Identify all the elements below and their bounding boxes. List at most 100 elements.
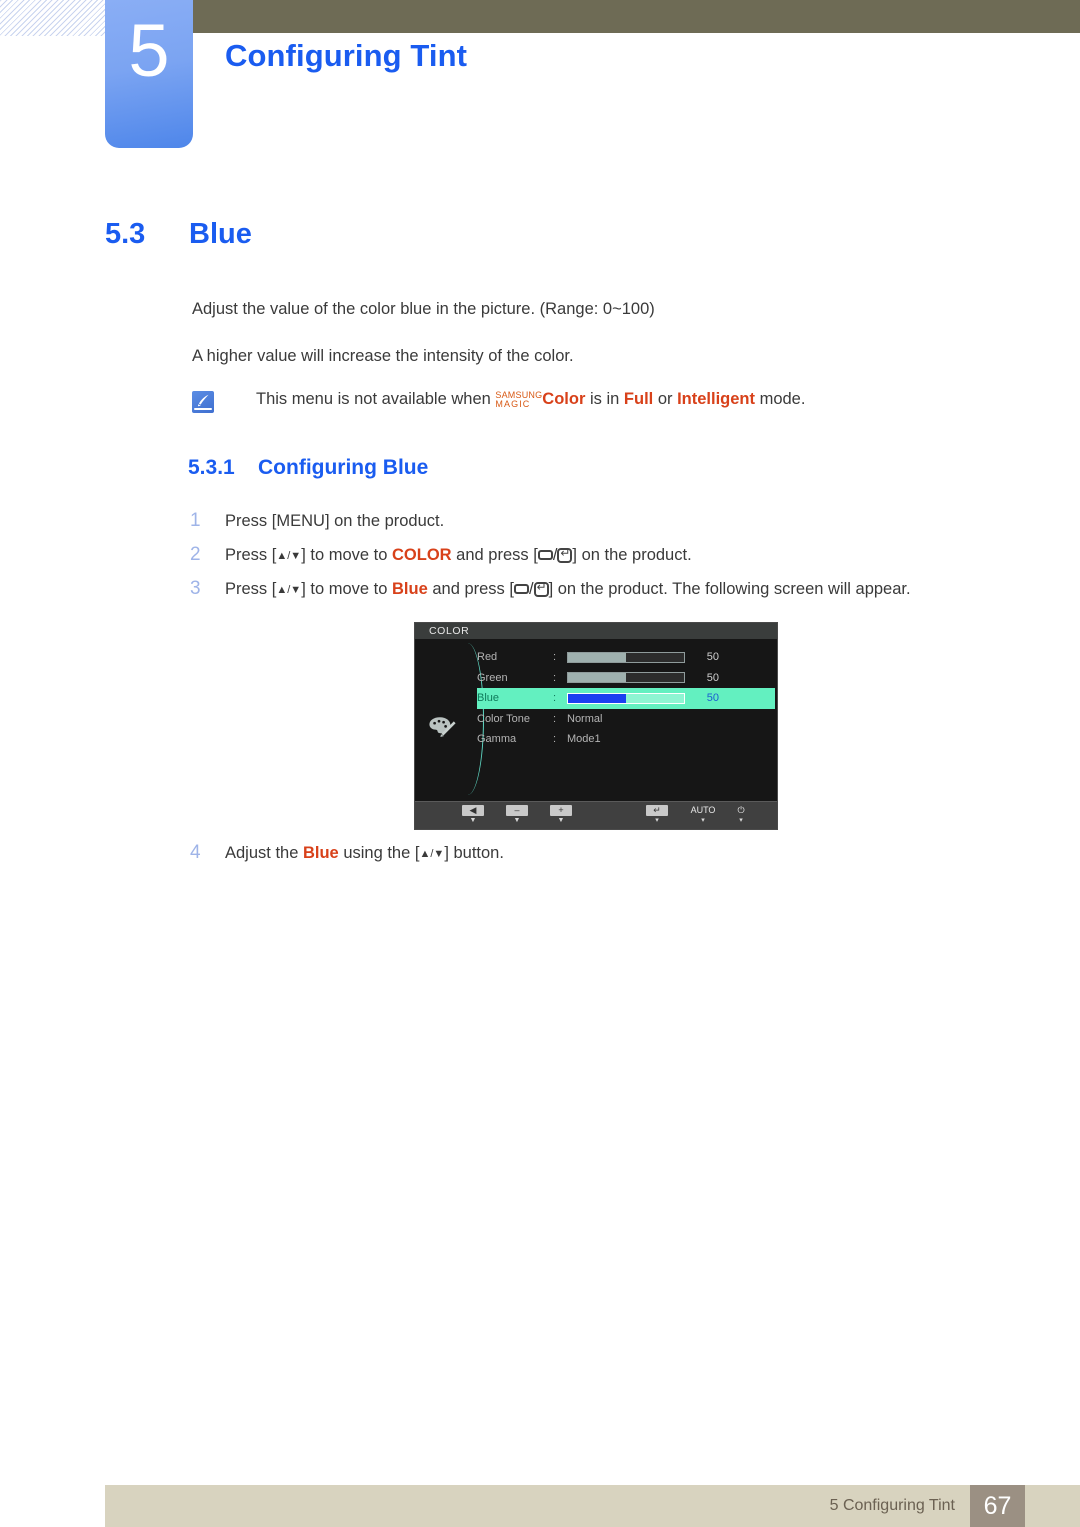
step-1-post: ] on the product. xyxy=(324,512,445,530)
page-header: 5 Configuring Tint xyxy=(0,0,1080,160)
step-3-number: 3 xyxy=(190,578,201,599)
osd-row-blue[interactable]: Blue : 50 xyxy=(477,688,775,709)
osd-enter-caption: ▾ xyxy=(655,817,659,824)
magic-line-2: MAGIC xyxy=(495,399,531,409)
note-icon-underline xyxy=(194,408,212,410)
samsung-magic-logo: SAMSUNG MAGIC xyxy=(495,390,542,410)
osd-power-button[interactable]: ⏻ ▾ xyxy=(725,805,757,824)
osd-rows: Red : 50 Green : 50 Blue : 50 Color Tone… xyxy=(477,647,775,750)
osd-minus-caption: ▼ xyxy=(513,817,521,824)
osd-title: COLOR xyxy=(415,623,777,639)
step-4-prefix: Adjust the xyxy=(225,844,303,862)
osd-label-gamma: Gamma xyxy=(477,733,517,746)
section-number: 5.3 xyxy=(105,218,146,250)
note-text-mid: is in xyxy=(585,390,624,408)
step-3-slash: / xyxy=(528,580,534,598)
section-title: Blue xyxy=(189,218,252,250)
subsection-heading: 5.3.1 Configuring Blue xyxy=(188,456,428,480)
step-3: 3 Press [▲/▼] to move to Blue and press [… xyxy=(190,575,911,604)
blue-setting-label: Blue xyxy=(302,844,339,862)
osd-row-gamma[interactable]: Gamma : Mode1 xyxy=(477,729,775,750)
step-1-number: 1 xyxy=(190,510,201,531)
step-3-suffix: ] on the product. The following screen w… xyxy=(548,580,911,598)
palette-icon xyxy=(429,717,456,737)
page-footer: 5 Configuring Tint 67 xyxy=(105,1485,1080,1527)
step-3-mid1: ] to move to xyxy=(301,580,392,598)
osd-power-caption: ▾ xyxy=(739,817,743,824)
source-button-icon xyxy=(513,584,529,594)
plus-icon: + xyxy=(550,805,572,816)
magic-color-label: Color xyxy=(542,390,586,408)
step-4: 4 Adjust the Blue using the [▲/▼] button. xyxy=(190,839,504,868)
minus-icon: – xyxy=(506,805,528,816)
osd-slider-fill xyxy=(568,693,626,703)
hatch-decoration xyxy=(0,0,106,36)
note-text-or: or xyxy=(653,390,678,408)
osd-row-red[interactable]: Red : 50 xyxy=(477,647,775,668)
step-2-suffix: ] on the product. xyxy=(572,546,692,564)
step-2-mid1: ] to move to xyxy=(301,546,392,564)
osd-value-gamma: Mode1 xyxy=(567,733,601,746)
enter-icon: ↵ xyxy=(646,805,668,816)
osd-enter-button[interactable]: ↵ ▾ xyxy=(641,805,673,824)
osd-colon: : xyxy=(553,712,557,725)
osd-body: Red : 50 Green : 50 Blue : 50 Color Tone… xyxy=(415,639,777,803)
step-1-pre: Press [ xyxy=(225,512,277,530)
osd-label-color-tone: Color Tone xyxy=(477,712,530,725)
osd-value-red: 50 xyxy=(706,651,719,664)
power-icon: ⏻ xyxy=(737,805,745,815)
step-4-number: 4 xyxy=(190,842,201,863)
osd-value-green: 50 xyxy=(706,671,719,684)
osd-value-blue: 50 xyxy=(706,692,719,705)
step-2-number: 2 xyxy=(190,544,201,565)
note-pen-icon xyxy=(192,391,214,413)
step-2: 2 Press [▲/▼] to move to COLOR and press … xyxy=(190,541,692,570)
mode-full-label: Full xyxy=(623,390,654,408)
description-paragraph-2: A higher value will increase the intensi… xyxy=(192,347,574,365)
page-number-badge: 67 xyxy=(970,1485,1025,1527)
source-button-icon xyxy=(537,550,553,560)
osd-colon: : xyxy=(553,733,557,746)
osd-auto-button[interactable]: AUTO ▾ xyxy=(681,805,725,824)
osd-slider-blue[interactable] xyxy=(567,692,685,704)
osd-label-red: Red xyxy=(477,651,498,664)
note-text: This menu is not available when SAMSUNG M… xyxy=(256,390,805,410)
blue-menu-label: Blue xyxy=(392,580,428,598)
mode-intelligent-label: Intelligent xyxy=(677,390,755,408)
osd-row-color-tone[interactable]: Color Tone : Normal xyxy=(477,709,775,730)
step-4-mid1: using the [ xyxy=(338,844,420,862)
subsection-number: 5.3.1 xyxy=(188,456,235,479)
note-text-before: This menu is not available when xyxy=(256,390,496,408)
quill-glyph xyxy=(198,394,209,407)
osd-colon: : xyxy=(553,651,557,664)
step-1: 1 Press [MENU] on the product. xyxy=(190,507,444,536)
chapter-number-block: 5 xyxy=(105,0,193,148)
osd-row-green[interactable]: Green : 50 xyxy=(477,668,775,689)
osd-slider-green[interactable] xyxy=(567,672,685,684)
description-paragraph-1: Adjust the value of the color blue in th… xyxy=(192,300,655,318)
up-down-arrows-icon: ▲/▼ xyxy=(276,584,302,596)
osd-menu-screenshot: COLOR Red : 50 Green : 50 Blue: 50 Colo… xyxy=(414,622,778,830)
osd-plus-caption: ▼ xyxy=(557,817,565,824)
step-3-mid2: and press [ xyxy=(427,580,514,598)
note-text-after: mode. xyxy=(755,390,806,408)
osd-button-bar: ◀ ▼ – ▼ + ▼ ↵ ▾ AUTO ▾ ⏻ ▾ xyxy=(415,801,777,829)
osd-plus-button[interactable]: + ▼ xyxy=(545,805,577,824)
osd-colon: : xyxy=(553,671,557,684)
step-2-prefix: Press [ xyxy=(225,546,277,564)
up-down-arrows-icon: ▲/▼ xyxy=(276,550,302,562)
note-block: This menu is not available when SAMSUNG M… xyxy=(192,390,805,413)
osd-back-caption: ▼ xyxy=(469,817,477,824)
osd-label-green: Green xyxy=(477,671,508,684)
osd-value-color-tone: Normal xyxy=(567,712,603,725)
step-4-suffix: ] button. xyxy=(444,844,504,862)
color-menu-label: COLOR xyxy=(392,546,452,564)
osd-back-button[interactable]: ◀ ▼ xyxy=(457,805,489,824)
section-heading: 5.3 Blue xyxy=(105,218,252,251)
left-arrow-icon: ◀ xyxy=(462,805,484,816)
header-olive-bar xyxy=(192,0,1080,33)
enter-button-icon xyxy=(533,580,549,597)
osd-label-blue: Blue xyxy=(477,692,500,705)
osd-minus-button[interactable]: – ▼ xyxy=(501,805,533,824)
osd-slider-red[interactable] xyxy=(567,651,685,663)
